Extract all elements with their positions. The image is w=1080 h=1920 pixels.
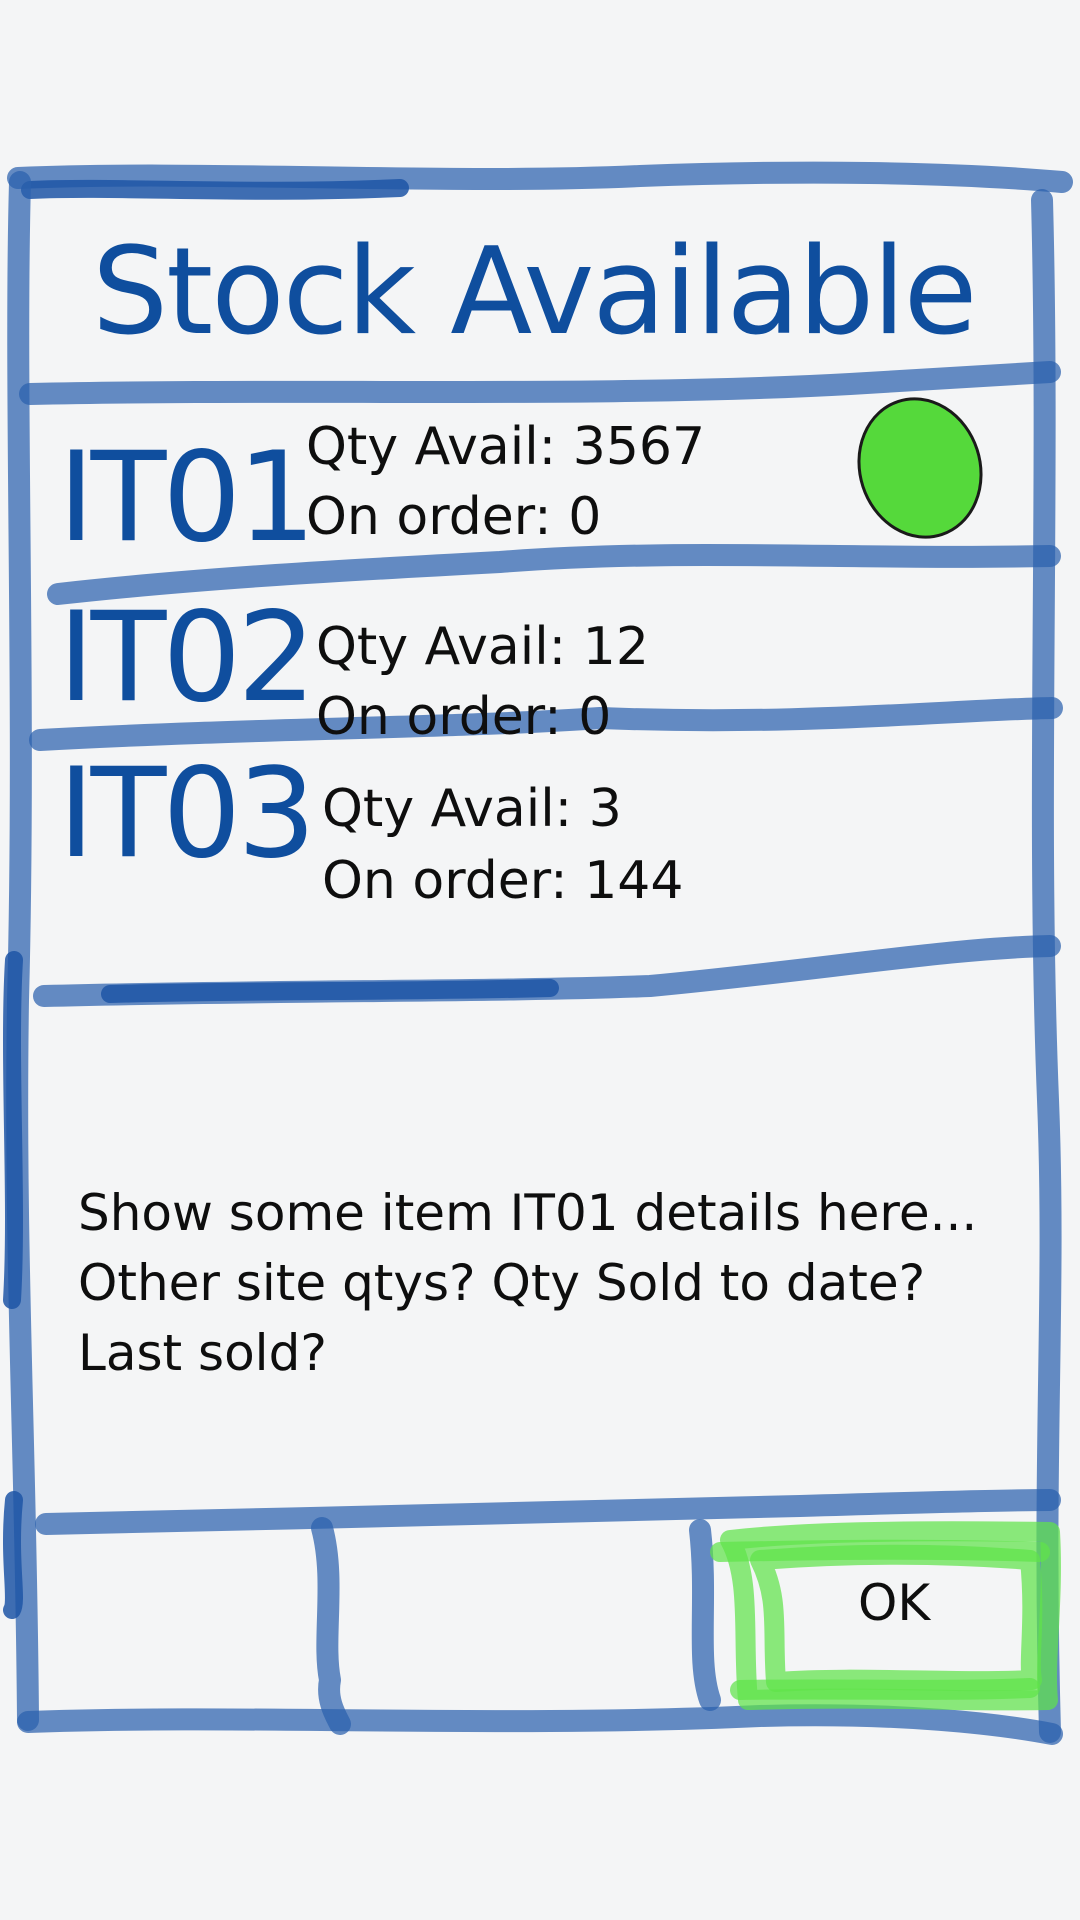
item-on-order: On order: 0	[316, 687, 612, 747]
item-qty-avail: Qty Avail: 12	[316, 617, 649, 677]
item-code: IT03	[58, 742, 316, 886]
item-code: IT01	[58, 426, 316, 570]
item-qty-avail: Qty Avail: 3567	[306, 417, 706, 477]
dialog-title: Stock Available	[92, 223, 977, 362]
item-on-order: On order: 0	[306, 487, 602, 547]
item-on-order: On order: 144	[322, 851, 684, 911]
item-qty-avail: Qty Avail: 3	[322, 779, 622, 839]
item-details-text: Show some item IT01 details here... Othe…	[78, 1184, 978, 1382]
ok-button-label: OK	[858, 1574, 931, 1632]
status-indicator-dot	[857, 397, 983, 539]
item-code: IT02	[58, 586, 316, 730]
